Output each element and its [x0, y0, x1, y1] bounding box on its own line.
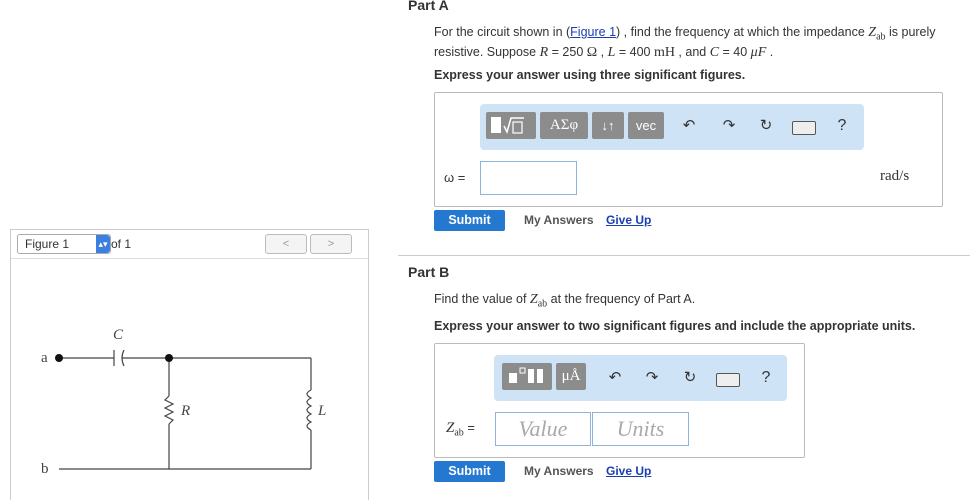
reset-icon[interactable]: ↻ [679, 368, 701, 388]
part-b-title: Part B [408, 264, 450, 280]
resistor [163, 395, 175, 425]
part-b-give-up[interactable]: Give Up [606, 464, 651, 478]
terminal-a [55, 354, 63, 362]
vec-button[interactable]: vec [628, 112, 664, 139]
q-text: ) , find the frequency at which the impe… [616, 25, 869, 39]
value-units-icon [509, 367, 543, 383]
part-divider [398, 255, 970, 256]
redo-icon[interactable]: ↷ [641, 368, 663, 388]
omega-label: ω = [444, 170, 466, 185]
subscript-button[interactable]: ↓↑ [592, 112, 624, 139]
label-c: C [113, 327, 124, 343]
q-text: For the circuit shown in ( [434, 25, 571, 39]
z-symbol: Z [868, 25, 877, 40]
label-r: R [180, 403, 190, 419]
label-l: L [317, 403, 326, 419]
keyboard-icon[interactable] [716, 373, 740, 387]
c-symbol: C [709, 44, 720, 60]
figure-select[interactable]: Figure 1 ▴▾ [17, 234, 111, 254]
part-b-instruction: Express your answer to two significant f… [434, 319, 916, 333]
fraction-root-icon [491, 117, 524, 135]
part-b-my-answers[interactable]: My Answers [524, 464, 594, 478]
redo-icon[interactable]: ↷ [718, 116, 740, 136]
value-input[interactable]: Value [495, 412, 591, 446]
unit-label: rad/s [880, 168, 910, 184]
prev-figure-button[interactable]: < [265, 234, 307, 254]
figure-select-value: Figure 1 [25, 237, 70, 251]
greek-symbols-button[interactable]: ΑΣφ [540, 112, 588, 139]
ohm-unit: Ω [586, 44, 598, 60]
next-figure-button[interactable]: > [310, 234, 352, 254]
keyboard-icon[interactable] [792, 121, 816, 135]
r-value: = 250 [548, 44, 587, 59]
z-subscript: ab [876, 31, 886, 43]
sep: . [766, 44, 774, 59]
circuit-diagram: a b C R L [41, 327, 326, 477]
part-b-submit-button[interactable]: Submit [434, 461, 505, 482]
uf-unit: μF [750, 44, 767, 60]
units-input[interactable]: Units [592, 412, 689, 446]
figure-count: of 1 [111, 237, 132, 251]
figure-toolbar: Figure 1 ▴▾ of 1 < > [11, 230, 368, 259]
part-a-question: For the circuit shown in (Figure 1) , fi… [434, 25, 969, 60]
sep: , [597, 44, 608, 59]
z-subscript: ab [537, 298, 548, 310]
help-icon[interactable]: ? [756, 369, 776, 389]
mh-unit: mH [653, 44, 675, 60]
chevron-updown-icon: ▴▾ [96, 235, 110, 253]
r-symbol: R [539, 44, 549, 60]
help-icon[interactable]: ? [832, 117, 852, 137]
zab-label: Zab = [446, 420, 475, 439]
label-b: b [41, 461, 49, 477]
q-text: resistive. Suppose [434, 44, 540, 59]
eq-sign: = [463, 420, 476, 435]
c-value: = 40 [719, 44, 751, 59]
inductor [306, 389, 313, 431]
units-symbol-button[interactable]: μÅ [556, 363, 586, 390]
z-subscript: ab [454, 427, 464, 439]
figure-panel: Figure 1 ▴▾ of 1 < > a b C R L [10, 229, 369, 500]
omega-input[interactable] [480, 161, 577, 195]
l-value: = 400 [615, 44, 654, 59]
figure-1-link[interactable]: Figure 1 [570, 25, 616, 39]
z-symbol: Z [529, 292, 538, 307]
junction [165, 354, 173, 362]
q-text: is purely [885, 25, 936, 39]
q-text: at the frequency of Part A. [547, 292, 696, 306]
undo-icon[interactable]: ↶ [678, 116, 700, 136]
part-a-give-up[interactable]: Give Up [606, 213, 651, 227]
part-b-question: Find the value of Zab at the frequency o… [434, 292, 695, 312]
reset-icon[interactable]: ↻ [755, 116, 777, 136]
template-button[interactable] [486, 112, 536, 139]
units-template-button[interactable] [502, 363, 552, 390]
part-a-my-answers[interactable]: My Answers [524, 213, 594, 227]
part-a-title: Part A [408, 0, 449, 13]
q-text: Find the value of [434, 292, 530, 306]
part-a-submit-button[interactable]: Submit [434, 210, 505, 231]
part-a-instruction: Express your answer using three signific… [434, 68, 746, 82]
undo-icon[interactable]: ↶ [604, 368, 626, 388]
sep: , and [674, 44, 710, 59]
label-a: a [41, 350, 48, 366]
